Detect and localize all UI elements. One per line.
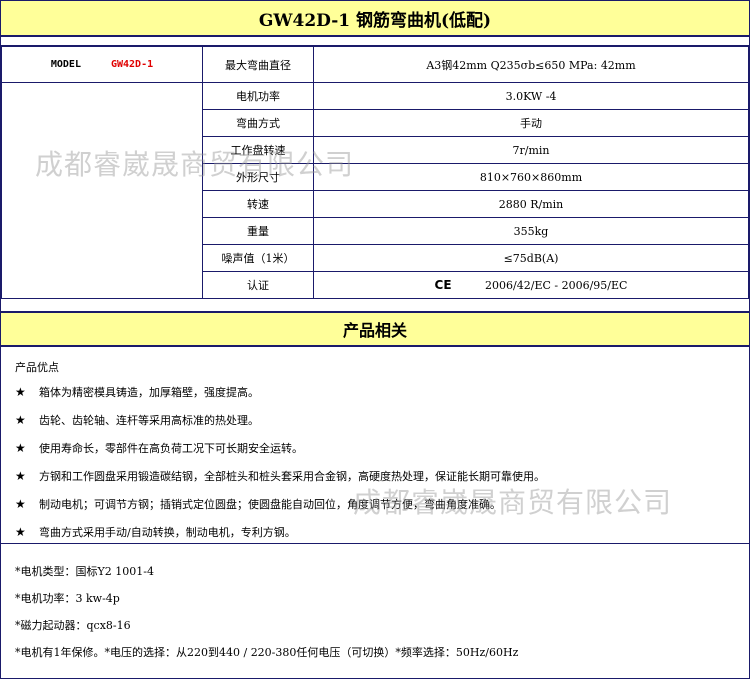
spec-value: 355kg — [313, 217, 749, 245]
list-item: ★ 制动电机；可调节方钢；插销式定位圆盘；使圆盘能自动回位，角度调节方便，弯曲角度… — [15, 490, 735, 518]
spec-row: MODEL GW42D-1 最大弯曲直径 A3钢42mm Q235σb≤650 … — [1, 46, 749, 83]
advantages-title: 产品优点 — [15, 361, 59, 374]
list-item-text: 使用寿命长，零部件在高负荷工况下可长期安全运转。 — [39, 442, 303, 455]
page-frame: GW42D-1 钢筋弯曲机(低配) MODEL GW42D-1 最大弯曲直径 A… — [0, 0, 750, 679]
note-line: *电机功率：3 kw-4p — [15, 592, 120, 605]
spec-value: A3钢42mm Q235σb≤650 MPa: 42mm — [313, 46, 749, 83]
list-item-text: 弯曲方式采用手动/自动转换，制动电机，专利方钢。 — [39, 526, 296, 539]
list-item: ★ 方钢和工作圆盘采用锻造碳结钢，全部桩头和桩头套采用合金钢，高硬度热处理，保证能… — [15, 462, 735, 490]
spec-value: 3.0KW -4 — [313, 82, 749, 110]
model-label: MODEL — [50, 59, 81, 70]
star-icon: ★ — [15, 385, 26, 399]
spec-row: 电机功率 3.0KW -4 — [1, 82, 749, 299]
model-cell: MODEL GW42D-1 — [1, 46, 203, 83]
section-divider — [1, 543, 749, 544]
section-title: 产品相关 — [1, 311, 749, 347]
spec-value: ≤75dB(A) — [313, 244, 749, 272]
spec-label: 外形尺寸 — [202, 163, 314, 191]
spec-value: 7r/min — [313, 136, 749, 164]
star-icon: ★ — [15, 413, 26, 427]
star-icon: ★ — [15, 469, 26, 483]
spec-label: 弯曲方式 — [202, 109, 314, 137]
star-icon: ★ — [15, 497, 26, 511]
list-item: ★ 弯曲方式采用手动/自动转换，制动电机，专利方钢。 — [15, 518, 735, 546]
spec-label: 噪声值（1米） — [202, 244, 314, 272]
spec-value: 810×760×860mm — [313, 163, 749, 191]
spec-label: 最大弯曲直径 — [202, 46, 314, 83]
spec-value: 2880 R/min — [313, 190, 749, 218]
model-value: GW42D-1 — [110, 59, 154, 70]
list-item: ★ 齿轮、齿轮轴、连杆等采用高标准的热处理。 — [15, 406, 735, 434]
spec-label: 认证 — [202, 271, 314, 299]
blank-cell — [1, 82, 203, 299]
spec-label: 重量 — [202, 217, 314, 245]
spec-value: 手动 — [313, 109, 749, 137]
advantages-section: 产品优点 ★ 箱体为精密模具铸造，加厚箱壁，强度提高。 ★ 齿轮、齿轮轴、连杆等采用… — [15, 358, 735, 546]
note-line: *电机类型：国标Y2 1001-4 — [15, 565, 154, 578]
page-title: GW42D-1 钢筋弯曲机(低配) — [1, 1, 749, 37]
star-icon: ★ — [15, 441, 26, 455]
notes-section: *电机类型：国标Y2 1001-4 *电机功率：3 kw-4p *磁力起动器：q… — [15, 558, 518, 666]
list-item-text: 齿轮、齿轮轴、连杆等采用高标准的热处理。 — [39, 414, 259, 427]
list-item-text: 箱体为精密模具铸造，加厚箱壁，强度提高。 — [39, 386, 259, 399]
ce-mark-icon: CE — [434, 278, 452, 292]
cert-text: 2006/42/EC - 2006/95/EC — [485, 279, 628, 292]
list-item: ★ 使用寿命长，零部件在高负荷工况下可长期安全运转。 — [15, 434, 735, 462]
spec-label: 电机功率 — [202, 82, 314, 110]
note-line: *电机有1年保修。*电压的选择：从220到440 / 220-380任何电压（可… — [15, 646, 519, 659]
spec-value: CE 2006/42/EC - 2006/95/EC — [313, 271, 749, 299]
spec-label: 工作盘转速 — [202, 136, 314, 164]
list-item-text: 制动电机；可调节方钢；插销式定位圆盘；使圆盘能自动回位，角度调节方便，弯曲角度准… — [39, 498, 501, 511]
star-icon: ★ — [15, 525, 26, 539]
list-item: ★ 箱体为精密模具铸造，加厚箱壁，强度提高。 — [15, 378, 735, 406]
list-item-text: 方钢和工作圆盘采用锻造碳结钢，全部桩头和桩头套采用合金钢，高硬度热处理，保证能长… — [39, 470, 545, 483]
note-line: *磁力起动器：qcx8-16 — [15, 619, 131, 632]
spec-label: 转速 — [202, 190, 314, 218]
title-spacer — [1, 37, 749, 46]
spec-table: MODEL GW42D-1 最大弯曲直径 A3钢42mm Q235σb≤650 … — [1, 46, 749, 299]
